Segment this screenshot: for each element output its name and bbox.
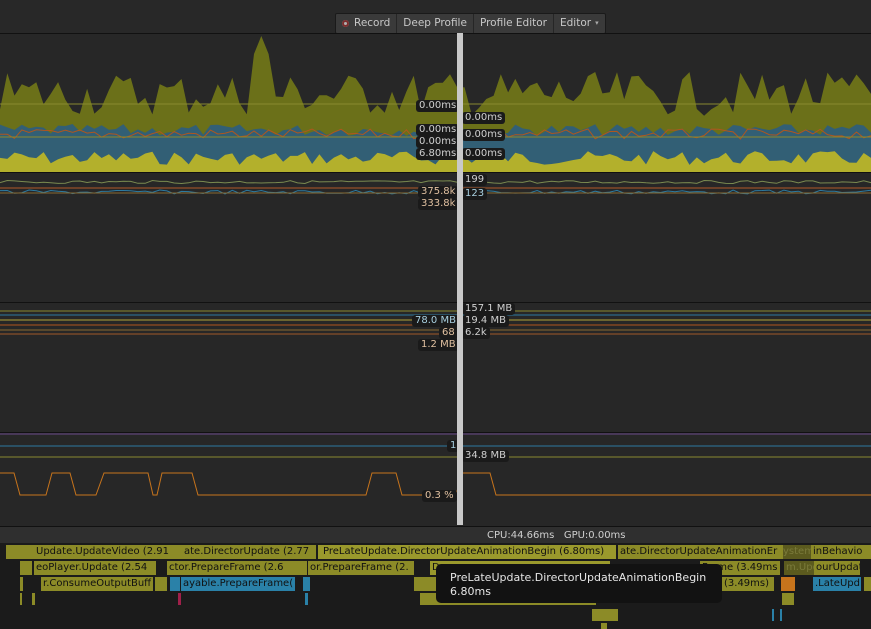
timeline-sample[interactable]: PreLateUpdate.DirectorUpdateAnimationBeg… xyxy=(318,545,616,559)
frame-status-bar: CPU:44.66ms GPU:0.00ms xyxy=(0,526,871,543)
editor-label: Editor xyxy=(560,17,592,29)
rendering-value-label: 123 xyxy=(462,188,488,200)
timeline-sample[interactable] xyxy=(178,593,181,605)
rendering-value-label: 199 xyxy=(462,174,488,186)
timeline-sample[interactable]: eoPlayer.Update (2.54 xyxy=(34,561,156,575)
sample-tooltip: PreLateUpdate.DirectorUpdateAnimationBeg… xyxy=(436,564,722,603)
rendering-chart[interactable]: 375.8k 333.8k 199 123 xyxy=(0,172,871,302)
record-icon xyxy=(342,20,349,27)
timeline-sample[interactable] xyxy=(864,577,871,591)
timeline-sample[interactable] xyxy=(305,593,308,605)
frame-cursor[interactable] xyxy=(457,33,463,525)
misc-value-label: 0.3 % xyxy=(422,490,457,502)
memory-value-label: 157.1 MB xyxy=(462,303,516,315)
timeline-sample[interactable]: or.PrepareFrame (2. xyxy=(308,561,414,575)
timeline-sample[interactable]: ate.DirectorUpdate (2.77 xyxy=(182,545,316,559)
cpu-value-label: 0.00ms xyxy=(416,136,460,148)
misc-graph xyxy=(0,433,871,496)
memory-value-label: 19.4 MB xyxy=(462,315,509,327)
timeline-sample[interactable]: r.ConsumeOutputBuff xyxy=(41,577,153,591)
cpu-time-text: CPU:44.66ms xyxy=(487,530,555,541)
timeline-sample[interactable] xyxy=(20,577,23,591)
timeline-sample[interactable] xyxy=(303,577,310,591)
timeline-sample[interactable]: Update.UpdateVideo (2.91 xyxy=(34,545,182,559)
timeline-sample[interactable]: (3.49ms) xyxy=(722,577,774,591)
timeline-sample[interactable]: m.Upd xyxy=(784,561,814,575)
tooltip-title: PreLateUpdate.DirectorUpdateAnimationBeg… xyxy=(450,571,707,584)
deep-profile-button[interactable]: Deep Profile xyxy=(397,14,474,33)
profile-editor-label: Profile Editor xyxy=(479,17,547,29)
cpu-value-label: 0.00ms xyxy=(462,129,506,141)
rendering-line xyxy=(0,179,871,185)
cpu-value-label: 0.00ms xyxy=(462,112,506,124)
chevron-down-icon: ▾ xyxy=(595,19,599,27)
memory-value-label: 1.2 MB xyxy=(418,339,459,351)
timeline-sample[interactable]: ayable.PrepareFrame( xyxy=(181,577,295,591)
memory-value-label: 6.2k xyxy=(462,327,490,339)
profiler-window: Record Deep Profile Profile Editor Edito… xyxy=(0,0,871,629)
memory-value-label: 78.0 MB xyxy=(412,315,459,327)
cpu-value-label: 0.00ms xyxy=(416,100,460,112)
record-label: Record xyxy=(354,17,391,29)
timeline-sample[interactable] xyxy=(780,609,782,621)
timeline-sample[interactable]: ate.DirectorUpdateAnimationEr xyxy=(618,545,783,559)
toolbar-button-group: Record Deep Profile Profile Editor Edito… xyxy=(335,13,606,34)
timeline-sample[interactable] xyxy=(601,623,607,629)
cpu-value-label: 0.00ms xyxy=(416,124,460,136)
editor-dropdown[interactable]: Editor ▾ xyxy=(554,14,605,33)
timeline-sample[interactable]: ourUpdat xyxy=(814,561,860,575)
memory-chart[interactable]: 78.0 MB 68 1.2 MB 157.1 MB 19.4 MB 6.2k xyxy=(0,302,871,432)
timeline-sample[interactable] xyxy=(592,609,618,621)
cpu-usage-chart[interactable]: 0.00ms 0.00ms 0.00ms 6.80ms 0.00ms 0.00m… xyxy=(0,33,871,172)
timeline-sample[interactable] xyxy=(782,593,794,605)
misc-value-label: 34.8 MB xyxy=(462,450,509,462)
rendering-value-label: 333.8k xyxy=(418,198,459,210)
timeline-sample[interactable] xyxy=(772,609,774,621)
misc-chart[interactable]: 1 0.3 % 34.8 MB xyxy=(0,432,871,526)
frame-timing-text: CPU:44.66ms GPU:0.00ms xyxy=(487,528,626,544)
record-button[interactable]: Record xyxy=(336,14,398,33)
timeline-sample[interactable] xyxy=(20,593,22,605)
deep-profile-label: Deep Profile xyxy=(403,17,467,29)
timeline-sample[interactable] xyxy=(781,577,795,591)
timeline-sample[interactable] xyxy=(20,561,32,575)
timeline-sample[interactable]: inBehavio xyxy=(811,545,871,559)
memory-value-label: 68 xyxy=(439,327,458,339)
timeline-sample[interactable] xyxy=(155,577,167,591)
timeline-sample[interactable] xyxy=(6,545,34,559)
timeline-sample[interactable] xyxy=(170,577,180,591)
cpu-value-label: 0.00ms xyxy=(462,148,506,160)
timeline-sample[interactable] xyxy=(32,593,35,605)
rendering-value-label: 375.8k xyxy=(418,186,459,198)
tooltip-value: 6.80ms xyxy=(450,585,491,598)
timeline-sample[interactable]: .LateUpd xyxy=(813,577,861,591)
cpu-value-label: 6.80ms xyxy=(416,148,460,160)
profiler-toolbar: Record Deep Profile Profile Editor Edito… xyxy=(0,0,871,34)
gpu-time-text: GPU:0.00ms xyxy=(563,530,626,541)
profile-editor-button[interactable]: Profile Editor xyxy=(474,14,554,33)
timeline-sample[interactable]: ctor.PrepareFrame (2.6 xyxy=(167,561,307,575)
timeline-sample[interactable]: ystem xyxy=(783,545,811,559)
